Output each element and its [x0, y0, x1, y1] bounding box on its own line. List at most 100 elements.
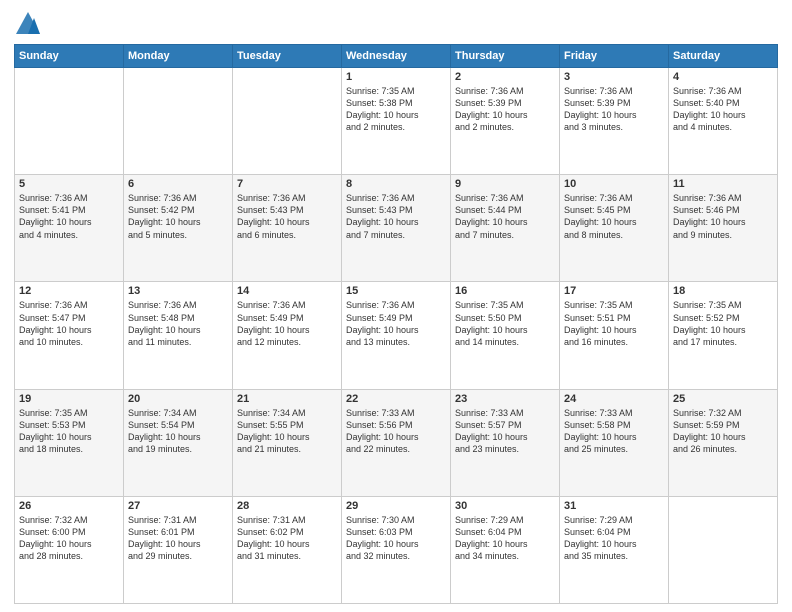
- calendar-cell: 5Sunrise: 7:36 AMSunset: 5:41 PMDaylight…: [15, 175, 124, 282]
- cell-info: Sunrise: 7:31 AMSunset: 6:02 PMDaylight:…: [237, 514, 337, 563]
- calendar-cell: 19Sunrise: 7:35 AMSunset: 5:53 PMDayligh…: [15, 389, 124, 496]
- day-number: 25: [673, 393, 773, 405]
- cell-info: Sunrise: 7:36 AMSunset: 5:46 PMDaylight:…: [673, 192, 773, 241]
- calendar-cell: 24 Sunrise: 7:33 AMSunset: 5:58 PMDayligh…: [560, 389, 669, 496]
- cell-info: Sunrise: 7:36 AMSunset: 5:48 PMDaylight:…: [128, 299, 228, 348]
- calendar-cell: 28 Sunrise: 7:31 AMSunset: 6:02 PMDayligh…: [233, 496, 342, 603]
- calendar-cell: 13Sunrise: 7:36 AMSunset: 5:48 PMDayligh…: [124, 282, 233, 389]
- day-number: 28: [237, 500, 337, 512]
- calendar-cell: 25 Sunrise: 7:32 AMSunset: 5:59 PMDayligh…: [669, 389, 778, 496]
- day-number: 20: [128, 393, 228, 405]
- calendar-cell: 16 Sunrise: 7:35 AMSunset: 5:50 PMDayligh…: [451, 282, 560, 389]
- calendar-cell: [669, 496, 778, 603]
- day-number: 7: [237, 178, 337, 190]
- cell-info: Sunrise: 7:32 AMSunset: 6:00 PMDaylight:…: [19, 514, 119, 563]
- day-number: 24: [564, 393, 664, 405]
- calendar-cell: 8 Sunrise: 7:36 AMSunset: 5:43 PMDaylight…: [342, 175, 451, 282]
- day-number: 1: [346, 71, 446, 83]
- calendar-cell: 14Sunrise: 7:36 AMSunset: 5:49 PMDayligh…: [233, 282, 342, 389]
- cell-info: Sunrise: 7:35 AMSunset: 5:53 PMDaylight:…: [19, 407, 119, 456]
- day-number: 4: [673, 71, 773, 83]
- cell-info: Sunrise: 7:36 AMSunset: 5:41 PMDaylight:…: [19, 192, 119, 241]
- day-number: 22: [346, 393, 446, 405]
- calendar-cell: 29 Sunrise: 7:30 AMSunset: 6:03 PMDayligh…: [342, 496, 451, 603]
- cell-info: Sunrise: 7:33 AMSunset: 5:56 PMDaylight:…: [346, 407, 446, 456]
- calendar-table: SundayMondayTuesdayWednesdayThursdayFrid…: [14, 44, 778, 604]
- cell-info: Sunrise: 7:30 AMSunset: 6:03 PMDaylight:…: [346, 514, 446, 563]
- calendar-cell: 10 Sunrise: 7:36 AMSunset: 5:45 PMDayligh…: [560, 175, 669, 282]
- calendar-cell: 26 Sunrise: 7:32 AMSunset: 6:00 PMDayligh…: [15, 496, 124, 603]
- weekday-thursday: Thursday: [451, 45, 560, 68]
- day-number: 16: [455, 285, 555, 297]
- day-number: 27: [128, 500, 228, 512]
- weekday-header-row: SundayMondayTuesdayWednesdayThursdayFrid…: [15, 45, 778, 68]
- calendar-cell: 2 Sunrise: 7:36 AMSunset: 5:39 PMDaylight…: [451, 68, 560, 175]
- day-number: 21: [237, 393, 337, 405]
- day-number: 23: [455, 393, 555, 405]
- cell-info: Sunrise: 7:31 AMSunset: 6:01 PMDaylight:…: [128, 514, 228, 563]
- calendar-row-2: 12 Sunrise: 7:36 AMSunset: 5:47 PMDayligh…: [15, 282, 778, 389]
- day-number: 2: [455, 71, 555, 83]
- calendar-cell: 11Sunrise: 7:36 AMSunset: 5:46 PMDayligh…: [669, 175, 778, 282]
- calendar-cell: 4 Sunrise: 7:36 AMSunset: 5:40 PMDaylight…: [669, 68, 778, 175]
- cell-info: Sunrise: 7:32 AMSunset: 5:59 PMDaylight:…: [673, 407, 773, 456]
- cell-info: Sunrise: 7:36 AMSunset: 5:40 PMDaylight:…: [673, 85, 773, 134]
- calendar-cell: 22 Sunrise: 7:33 AMSunset: 5:56 PMDayligh…: [342, 389, 451, 496]
- calendar-cell: [15, 68, 124, 175]
- cell-info: Sunrise: 7:35 AMSunset: 5:38 PMDaylight:…: [346, 85, 446, 134]
- calendar-cell: 12 Sunrise: 7:36 AMSunset: 5:47 PMDayligh…: [15, 282, 124, 389]
- calendar-cell: 9 Sunrise: 7:36 AMSunset: 5:44 PMDaylight…: [451, 175, 560, 282]
- calendar-cell: 18Sunrise: 7:35 AMSunset: 5:52 PMDayligh…: [669, 282, 778, 389]
- calendar-cell: 1 Sunrise: 7:35 AMSunset: 5:38 PMDaylight…: [342, 68, 451, 175]
- calendar-row-0: 1 Sunrise: 7:35 AMSunset: 5:38 PMDaylight…: [15, 68, 778, 175]
- cell-info: Sunrise: 7:29 AMSunset: 6:04 PMDaylight:…: [455, 514, 555, 563]
- weekday-wednesday: Wednesday: [342, 45, 451, 68]
- cell-info: Sunrise: 7:36 AMSunset: 5:47 PMDaylight:…: [19, 299, 119, 348]
- cell-info: Sunrise: 7:36 AMSunset: 5:49 PMDaylight:…: [346, 299, 446, 348]
- cell-info: Sunrise: 7:36 AMSunset: 5:49 PMDaylight:…: [237, 299, 337, 348]
- calendar-cell: 21 Sunrise: 7:34 AMSunset: 5:55 PMDayligh…: [233, 389, 342, 496]
- calendar-cell: 15 Sunrise: 7:36 AMSunset: 5:49 PMDayligh…: [342, 282, 451, 389]
- calendar-cell: [124, 68, 233, 175]
- calendar-cell: 30 Sunrise: 7:29 AMSunset: 6:04 PMDayligh…: [451, 496, 560, 603]
- page: SundayMondayTuesdayWednesdayThursdayFrid…: [0, 0, 792, 612]
- cell-info: Sunrise: 7:36 AMSunset: 5:39 PMDaylight:…: [455, 85, 555, 134]
- cell-info: Sunrise: 7:34 AMSunset: 5:55 PMDaylight:…: [237, 407, 337, 456]
- cell-info: Sunrise: 7:34 AMSunset: 5:54 PMDaylight:…: [128, 407, 228, 456]
- day-number: 3: [564, 71, 664, 83]
- calendar-row-4: 26 Sunrise: 7:32 AMSunset: 6:00 PMDayligh…: [15, 496, 778, 603]
- cell-info: Sunrise: 7:33 AMSunset: 5:57 PMDaylight:…: [455, 407, 555, 456]
- cell-info: Sunrise: 7:35 AMSunset: 5:52 PMDaylight:…: [673, 299, 773, 348]
- cell-info: Sunrise: 7:35 AMSunset: 5:50 PMDaylight:…: [455, 299, 555, 348]
- calendar-row-1: 5Sunrise: 7:36 AMSunset: 5:41 PMDaylight…: [15, 175, 778, 282]
- cell-info: Sunrise: 7:29 AMSunset: 6:04 PMDaylight:…: [564, 514, 664, 563]
- day-number: 12: [19, 285, 119, 297]
- calendar-cell: 6Sunrise: 7:36 AMSunset: 5:42 PMDaylight…: [124, 175, 233, 282]
- cell-info: Sunrise: 7:36 AMSunset: 5:43 PMDaylight:…: [237, 192, 337, 241]
- day-number: 17: [564, 285, 664, 297]
- logo-icon: [14, 10, 42, 38]
- day-number: 8: [346, 178, 446, 190]
- cell-info: Sunrise: 7:36 AMSunset: 5:45 PMDaylight:…: [564, 192, 664, 241]
- calendar-cell: 23 Sunrise: 7:33 AMSunset: 5:57 PMDayligh…: [451, 389, 560, 496]
- cell-info: Sunrise: 7:36 AMSunset: 5:43 PMDaylight:…: [346, 192, 446, 241]
- calendar-cell: [233, 68, 342, 175]
- cell-info: Sunrise: 7:33 AMSunset: 5:58 PMDaylight:…: [564, 407, 664, 456]
- calendar-cell: 17 Sunrise: 7:35 AMSunset: 5:51 PMDayligh…: [560, 282, 669, 389]
- cell-info: Sunrise: 7:35 AMSunset: 5:51 PMDaylight:…: [564, 299, 664, 348]
- calendar-cell: 31 Sunrise: 7:29 AMSunset: 6:04 PMDayligh…: [560, 496, 669, 603]
- day-number: 29: [346, 500, 446, 512]
- cell-info: Sunrise: 7:36 AMSunset: 5:44 PMDaylight:…: [455, 192, 555, 241]
- logo: [14, 10, 44, 38]
- day-number: 31: [564, 500, 664, 512]
- weekday-sunday: Sunday: [15, 45, 124, 68]
- header: [14, 10, 778, 38]
- day-number: 9: [455, 178, 555, 190]
- weekday-tuesday: Tuesday: [233, 45, 342, 68]
- day-number: 10: [564, 178, 664, 190]
- day-number: 30: [455, 500, 555, 512]
- day-number: 15: [346, 285, 446, 297]
- calendar-cell: 3Sunrise: 7:36 AMSunset: 5:39 PMDaylight…: [560, 68, 669, 175]
- weekday-saturday: Saturday: [669, 45, 778, 68]
- day-number: 26: [19, 500, 119, 512]
